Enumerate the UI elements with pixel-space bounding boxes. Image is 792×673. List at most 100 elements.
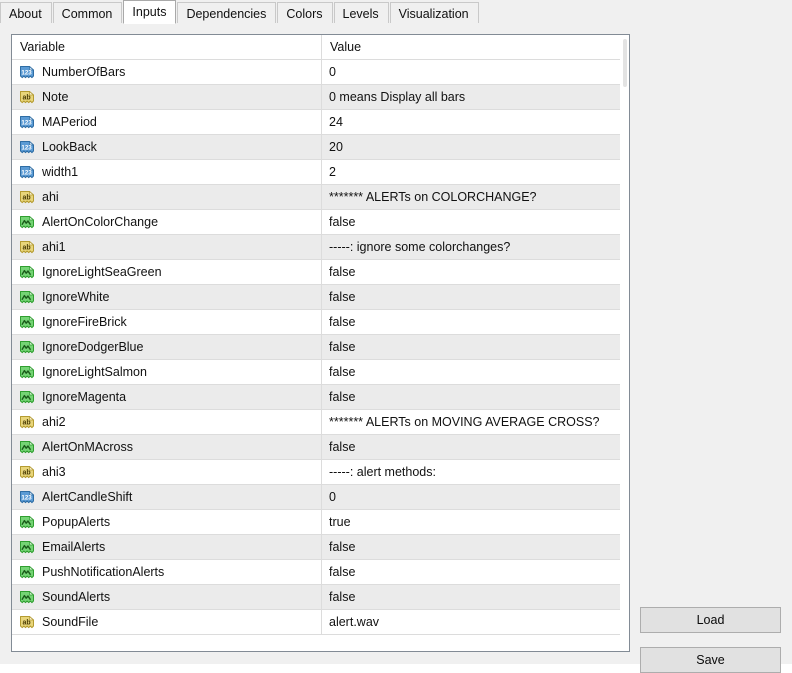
variable-name: Note <box>42 89 69 104</box>
variable-cell[interactable]: ab ahi2 <box>12 410 322 434</box>
svg-text:123: 123 <box>21 169 32 176</box>
value-cell[interactable]: false <box>322 385 621 409</box>
value-cell[interactable]: 24 <box>322 110 621 134</box>
table-row[interactable]: PopupAlerts true <box>12 510 621 535</box>
variable-name: AlertOnMAcross <box>42 439 133 454</box>
vertical-scrollbar[interactable] <box>620 35 629 651</box>
boolean-type-icon <box>19 540 35 555</box>
value-cell[interactable]: 0 <box>322 485 621 509</box>
variable-cell[interactable]: ab ahi3 <box>12 460 322 484</box>
variable-cell[interactable]: 123 MAPeriod <box>12 110 322 134</box>
variable-cell[interactable]: 123 width1 <box>12 160 322 184</box>
boolean-type-icon <box>19 365 35 380</box>
column-header-variable[interactable]: Variable <box>12 35 322 59</box>
svg-text:123: 123 <box>21 144 32 151</box>
value-text: false <box>329 314 356 329</box>
value-cell[interactable]: 20 <box>322 135 621 159</box>
variable-cell[interactable]: SoundAlerts <box>12 585 322 609</box>
tab-visualization[interactable]: Visualization <box>389 2 479 24</box>
variable-cell[interactable]: ab SoundFile <box>12 610 322 634</box>
table-row[interactable]: ab ahi ******* ALERTs on COLORCHANGE? <box>12 185 621 210</box>
variable-name: IgnoreMagenta <box>42 389 127 404</box>
table-row[interactable]: ab ahi1 -----: ignore some colorchanges? <box>12 235 621 260</box>
variable-cell[interactable]: PopupAlerts <box>12 510 322 534</box>
table-row[interactable]: 123 width1 2 <box>12 160 621 185</box>
variable-cell[interactable]: IgnoreWhite <box>12 285 322 309</box>
tab-levels[interactable]: Levels <box>333 2 389 24</box>
variable-name: ahi2 <box>42 414 66 429</box>
table-row[interactable]: IgnoreLightSeaGreen false <box>12 260 621 285</box>
variable-cell[interactable]: IgnoreFireBrick <box>12 310 322 334</box>
variable-cell[interactable]: EmailAlerts <box>12 535 322 559</box>
table-row[interactable]: 123 AlertCandleShift 0 <box>12 485 621 510</box>
table-row[interactable]: IgnoreFireBrick false <box>12 310 621 335</box>
value-cell[interactable]: false <box>322 585 621 609</box>
value-cell[interactable]: false <box>322 435 621 459</box>
variable-cell[interactable]: IgnoreDodgerBlue <box>12 335 322 359</box>
table-row[interactable]: EmailAlerts false <box>12 535 621 560</box>
variable-cell[interactable]: 123 NumberOfBars <box>12 60 322 84</box>
table-row[interactable]: IgnoreDodgerBlue false <box>12 335 621 360</box>
tab-colors[interactable]: Colors <box>277 2 333 24</box>
table-row[interactable]: ab Note 0 means Display all bars <box>12 85 621 110</box>
value-cell[interactable]: false <box>322 210 621 234</box>
value-cell[interactable]: false <box>322 285 621 309</box>
table-row[interactable]: 123 NumberOfBars 0 <box>12 60 621 85</box>
variable-name: PushNotificationAlerts <box>42 564 165 579</box>
value-cell[interactable]: ******* ALERTs on MOVING AVERAGE CROSS? <box>322 410 621 434</box>
tab-dependencies[interactable]: Dependencies <box>177 2 277 24</box>
value-cell[interactable]: alert.wav <box>322 610 621 634</box>
tab-about[interactable]: About <box>0 2 52 24</box>
value-cell[interactable]: 0 means Display all bars <box>322 85 621 109</box>
table-row[interactable]: PushNotificationAlerts false <box>12 560 621 585</box>
value-cell[interactable]: false <box>322 360 621 384</box>
svg-text:ab: ab <box>23 469 31 476</box>
variable-cell[interactable]: PushNotificationAlerts <box>12 560 322 584</box>
value-cell[interactable]: false <box>322 560 621 584</box>
table-row[interactable]: 123 LookBack 20 <box>12 135 621 160</box>
table-row[interactable]: AlertOnColorChange false <box>12 210 621 235</box>
value-cell[interactable]: true <box>322 510 621 534</box>
variable-cell[interactable]: ab ahi <box>12 185 322 209</box>
value-cell[interactable]: false <box>322 260 621 284</box>
variable-cell[interactable]: ab ahi1 <box>12 235 322 259</box>
variable-cell[interactable]: ab Note <box>12 85 322 109</box>
tab-common[interactable]: Common <box>52 2 123 24</box>
value-text: alert.wav <box>329 614 380 629</box>
svg-text:ab: ab <box>23 94 31 101</box>
string-type-icon: ab <box>19 90 35 105</box>
variable-cell[interactable]: IgnoreLightSeaGreen <box>12 260 322 284</box>
variable-name: IgnoreLightSalmon <box>42 364 147 379</box>
value-cell[interactable]: 2 <box>322 160 621 184</box>
table-row[interactable]: SoundAlerts false <box>12 585 621 610</box>
table-row[interactable]: ab SoundFile alert.wav <box>12 610 621 635</box>
variable-cell[interactable]: 123 LookBack <box>12 135 322 159</box>
value-cell[interactable]: false <box>322 535 621 559</box>
table-row[interactable]: 123 MAPeriod 24 <box>12 110 621 135</box>
value-cell[interactable]: ******* ALERTs on COLORCHANGE? <box>322 185 621 209</box>
table-row[interactable]: IgnoreWhite false <box>12 285 621 310</box>
table-row[interactable]: ab ahi2 ******* ALERTs on MOVING AVERAGE C… <box>12 410 621 435</box>
table-row[interactable]: ab ahi3 -----: alert methods: <box>12 460 621 485</box>
table-row[interactable]: AlertOnMAcross false <box>12 435 621 460</box>
value-cell[interactable]: false <box>322 335 621 359</box>
variable-cell[interactable]: AlertOnColorChange <box>12 210 322 234</box>
table-row[interactable]: IgnoreMagenta false <box>12 385 621 410</box>
tab-inputs[interactable]: Inputs <box>123 0 177 24</box>
variable-cell[interactable]: 123 AlertCandleShift <box>12 485 322 509</box>
value-cell[interactable]: -----: ignore some colorchanges? <box>322 235 621 259</box>
inputs-grid[interactable]: Variable Value 123 NumberOfBars 0 ab Note 0 mea… <box>11 34 630 652</box>
vertical-scrollbar-thumb[interactable] <box>623 39 627 87</box>
value-cell[interactable]: 0 <box>322 60 621 84</box>
column-header-value[interactable]: Value <box>322 35 621 59</box>
table-row[interactable]: IgnoreLightSalmon false <box>12 360 621 385</box>
load-button[interactable]: Load <box>640 607 781 633</box>
save-button[interactable]: Save <box>640 647 781 673</box>
value-cell[interactable]: -----: alert methods: <box>322 460 621 484</box>
integer-type-icon: 123 <box>19 115 35 130</box>
variable-cell[interactable]: IgnoreLightSalmon <box>12 360 322 384</box>
variable-cell[interactable]: AlertOnMAcross <box>12 435 322 459</box>
boolean-type-icon <box>19 290 35 305</box>
variable-cell[interactable]: IgnoreMagenta <box>12 385 322 409</box>
value-cell[interactable]: false <box>322 310 621 334</box>
